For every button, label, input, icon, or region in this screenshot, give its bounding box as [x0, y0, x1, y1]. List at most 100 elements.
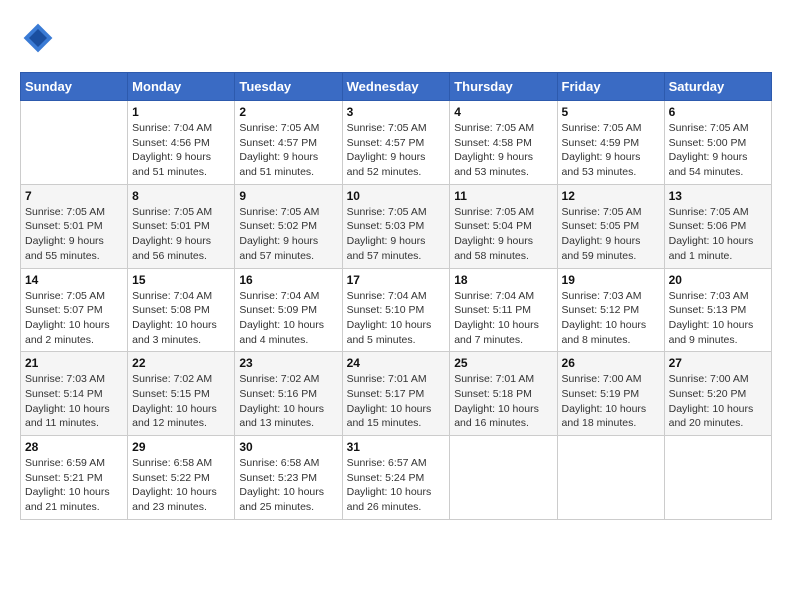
day-info: Sunrise: 7:05 AM Sunset: 5:00 PM Dayligh… — [669, 121, 767, 180]
day-info: Sunrise: 6:58 AM Sunset: 5:23 PM Dayligh… — [239, 456, 337, 515]
weekday-header-friday: Friday — [557, 73, 664, 101]
day-info: Sunrise: 6:59 AM Sunset: 5:21 PM Dayligh… — [25, 456, 123, 515]
calendar-header: SundayMondayTuesdayWednesdayThursdayFrid… — [21, 73, 772, 101]
calendar-cell: 10 Sunrise: 7:05 AM Sunset: 5:03 PM Dayli… — [342, 184, 450, 268]
day-number: 10 — [347, 189, 446, 203]
day-number: 30 — [239, 440, 337, 454]
calendar-cell: 3Sunrise: 7:05 AM Sunset: 4:57 PM Daylig… — [342, 101, 450, 185]
calendar-cell: 1 Sunrise: 7:04 AM Sunset: 4:56 PM Daylig… — [128, 101, 235, 185]
weekday-header-tuesday: Tuesday — [235, 73, 342, 101]
day-info: Sunrise: 7:05 AM Sunset: 5:07 PM Dayligh… — [25, 289, 123, 348]
calendar-cell: 21 Sunrise: 7:03 AM Sunset: 5:14 PM Dayli… — [21, 352, 128, 436]
day-info: Sunrise: 7:01 AM Sunset: 5:17 PM Dayligh… — [347, 372, 446, 431]
calendar-cell: 8 Sunrise: 7:05 AM Sunset: 5:01 PM Daylig… — [128, 184, 235, 268]
calendar-table: SundayMondayTuesdayWednesdayThursdayFrid… — [20, 72, 772, 520]
day-number: 12 — [562, 189, 660, 203]
day-number: 3 — [347, 105, 446, 119]
day-info: Sunrise: 7:03 AM Sunset: 5:14 PM Dayligh… — [25, 372, 123, 431]
page-header — [20, 20, 772, 56]
calendar-week-4: 21 Sunrise: 7:03 AM Sunset: 5:14 PM Dayli… — [21, 352, 772, 436]
day-info: Sunrise: 7:05 AM Sunset: 5:02 PM Dayligh… — [239, 205, 337, 264]
calendar-cell: 19Sunrise: 7:03 AM Sunset: 5:12 PM Dayli… — [557, 268, 664, 352]
day-info: Sunrise: 7:04 AM Sunset: 5:09 PM Dayligh… — [239, 289, 337, 348]
calendar-cell: 17 Sunrise: 7:04 AM Sunset: 5:10 PM Dayli… — [342, 268, 450, 352]
day-info: Sunrise: 6:58 AM Sunset: 5:22 PM Dayligh… — [132, 456, 230, 515]
calendar-week-1: 1 Sunrise: 7:04 AM Sunset: 4:56 PM Daylig… — [21, 101, 772, 185]
day-number: 15 — [132, 273, 230, 287]
day-info: Sunrise: 7:05 AM Sunset: 5:05 PM Dayligh… — [562, 205, 660, 264]
calendar-cell: 15 Sunrise: 7:04 AM Sunset: 5:08 PM Dayli… — [128, 268, 235, 352]
day-number: 2 — [239, 105, 337, 119]
day-number: 11 — [454, 189, 552, 203]
calendar-cell: 12 Sunrise: 7:05 AM Sunset: 5:05 PM Dayli… — [557, 184, 664, 268]
calendar-cell: 16 Sunrise: 7:04 AM Sunset: 5:09 PM Dayli… — [235, 268, 342, 352]
calendar-cell: 14 Sunrise: 7:05 AM Sunset: 5:07 PM Dayli… — [21, 268, 128, 352]
day-info: Sunrise: 7:02 AM Sunset: 5:15 PM Dayligh… — [132, 372, 230, 431]
calendar-cell: 28 Sunrise: 6:59 AM Sunset: 5:21 PM Dayli… — [21, 436, 128, 520]
calendar-week-3: 14 Sunrise: 7:05 AM Sunset: 5:07 PM Dayli… — [21, 268, 772, 352]
day-info: Sunrise: 7:05 AM Sunset: 5:01 PM Dayligh… — [25, 205, 123, 264]
day-number: 26 — [562, 356, 660, 370]
calendar-cell — [664, 436, 771, 520]
calendar-cell: 2Sunrise: 7:05 AM Sunset: 4:57 PM Daylig… — [235, 101, 342, 185]
day-number: 27 — [669, 356, 767, 370]
day-number: 22 — [132, 356, 230, 370]
day-info: Sunrise: 7:05 AM Sunset: 5:01 PM Dayligh… — [132, 205, 230, 264]
day-number: 21 — [25, 356, 123, 370]
day-number: 29 — [132, 440, 230, 454]
day-info: Sunrise: 7:00 AM Sunset: 5:19 PM Dayligh… — [562, 372, 660, 431]
calendar-week-5: 28 Sunrise: 6:59 AM Sunset: 5:21 PM Dayli… — [21, 436, 772, 520]
day-info: Sunrise: 7:05 AM Sunset: 5:06 PM Dayligh… — [669, 205, 767, 264]
day-number: 13 — [669, 189, 767, 203]
day-number: 17 — [347, 273, 446, 287]
calendar-cell: 26 Sunrise: 7:00 AM Sunset: 5:19 PM Dayli… — [557, 352, 664, 436]
calendar-cell: 7 Sunrise: 7:05 AM Sunset: 5:01 PM Daylig… — [21, 184, 128, 268]
weekday-header-thursday: Thursday — [450, 73, 557, 101]
day-info: Sunrise: 7:04 AM Sunset: 5:08 PM Dayligh… — [132, 289, 230, 348]
day-info: Sunrise: 7:03 AM Sunset: 5:13 PM Dayligh… — [669, 289, 767, 348]
logo — [20, 20, 62, 56]
day-number: 25 — [454, 356, 552, 370]
logo-icon — [20, 20, 56, 56]
day-number: 14 — [25, 273, 123, 287]
day-info: Sunrise: 6:57 AM Sunset: 5:24 PM Dayligh… — [347, 456, 446, 515]
weekday-header-monday: Monday — [128, 73, 235, 101]
day-number: 6 — [669, 105, 767, 119]
day-number: 19 — [562, 273, 660, 287]
calendar-cell: 6 Sunrise: 7:05 AM Sunset: 5:00 PM Daylig… — [664, 101, 771, 185]
weekday-header-sunday: Sunday — [21, 73, 128, 101]
calendar-cell: 4Sunrise: 7:05 AM Sunset: 4:58 PM Daylig… — [450, 101, 557, 185]
day-number: 8 — [132, 189, 230, 203]
day-number: 9 — [239, 189, 337, 203]
day-number: 7 — [25, 189, 123, 203]
day-info: Sunrise: 7:04 AM Sunset: 5:11 PM Dayligh… — [454, 289, 552, 348]
day-info: Sunrise: 7:02 AM Sunset: 5:16 PM Dayligh… — [239, 372, 337, 431]
day-number: 5 — [562, 105, 660, 119]
day-number: 28 — [25, 440, 123, 454]
calendar-cell: 13 Sunrise: 7:05 AM Sunset: 5:06 PM Dayli… — [664, 184, 771, 268]
day-number: 23 — [239, 356, 337, 370]
calendar-cell: 22 Sunrise: 7:02 AM Sunset: 5:15 PM Dayli… — [128, 352, 235, 436]
day-info: Sunrise: 7:05 AM Sunset: 5:04 PM Dayligh… — [454, 205, 552, 264]
day-number: 16 — [239, 273, 337, 287]
day-info: Sunrise: 7:00 AM Sunset: 5:20 PM Dayligh… — [669, 372, 767, 431]
calendar-cell: 31Sunrise: 6:57 AM Sunset: 5:24 PM Dayli… — [342, 436, 450, 520]
weekday-header-wednesday: Wednesday — [342, 73, 450, 101]
day-info: Sunrise: 7:04 AM Sunset: 4:56 PM Dayligh… — [132, 121, 230, 180]
calendar-cell: 29 Sunrise: 6:58 AM Sunset: 5:22 PM Dayli… — [128, 436, 235, 520]
calendar-cell: 18Sunrise: 7:04 AM Sunset: 5:11 PM Dayli… — [450, 268, 557, 352]
calendar-cell: 23 Sunrise: 7:02 AM Sunset: 5:16 PM Dayli… — [235, 352, 342, 436]
day-number: 1 — [132, 105, 230, 119]
day-info: Sunrise: 7:01 AM Sunset: 5:18 PM Dayligh… — [454, 372, 552, 431]
day-number: 4 — [454, 105, 552, 119]
calendar-cell — [557, 436, 664, 520]
calendar-week-2: 7 Sunrise: 7:05 AM Sunset: 5:01 PM Daylig… — [21, 184, 772, 268]
calendar-cell: 30 Sunrise: 6:58 AM Sunset: 5:23 PM Dayli… — [235, 436, 342, 520]
calendar-cell: 20Sunrise: 7:03 AM Sunset: 5:13 PM Dayli… — [664, 268, 771, 352]
day-info: Sunrise: 7:05 AM Sunset: 5:03 PM Dayligh… — [347, 205, 446, 264]
calendar-cell — [450, 436, 557, 520]
calendar-cell: 9 Sunrise: 7:05 AM Sunset: 5:02 PM Daylig… — [235, 184, 342, 268]
weekday-header-saturday: Saturday — [664, 73, 771, 101]
calendar-cell — [21, 101, 128, 185]
day-info: Sunrise: 7:04 AM Sunset: 5:10 PM Dayligh… — [347, 289, 446, 348]
